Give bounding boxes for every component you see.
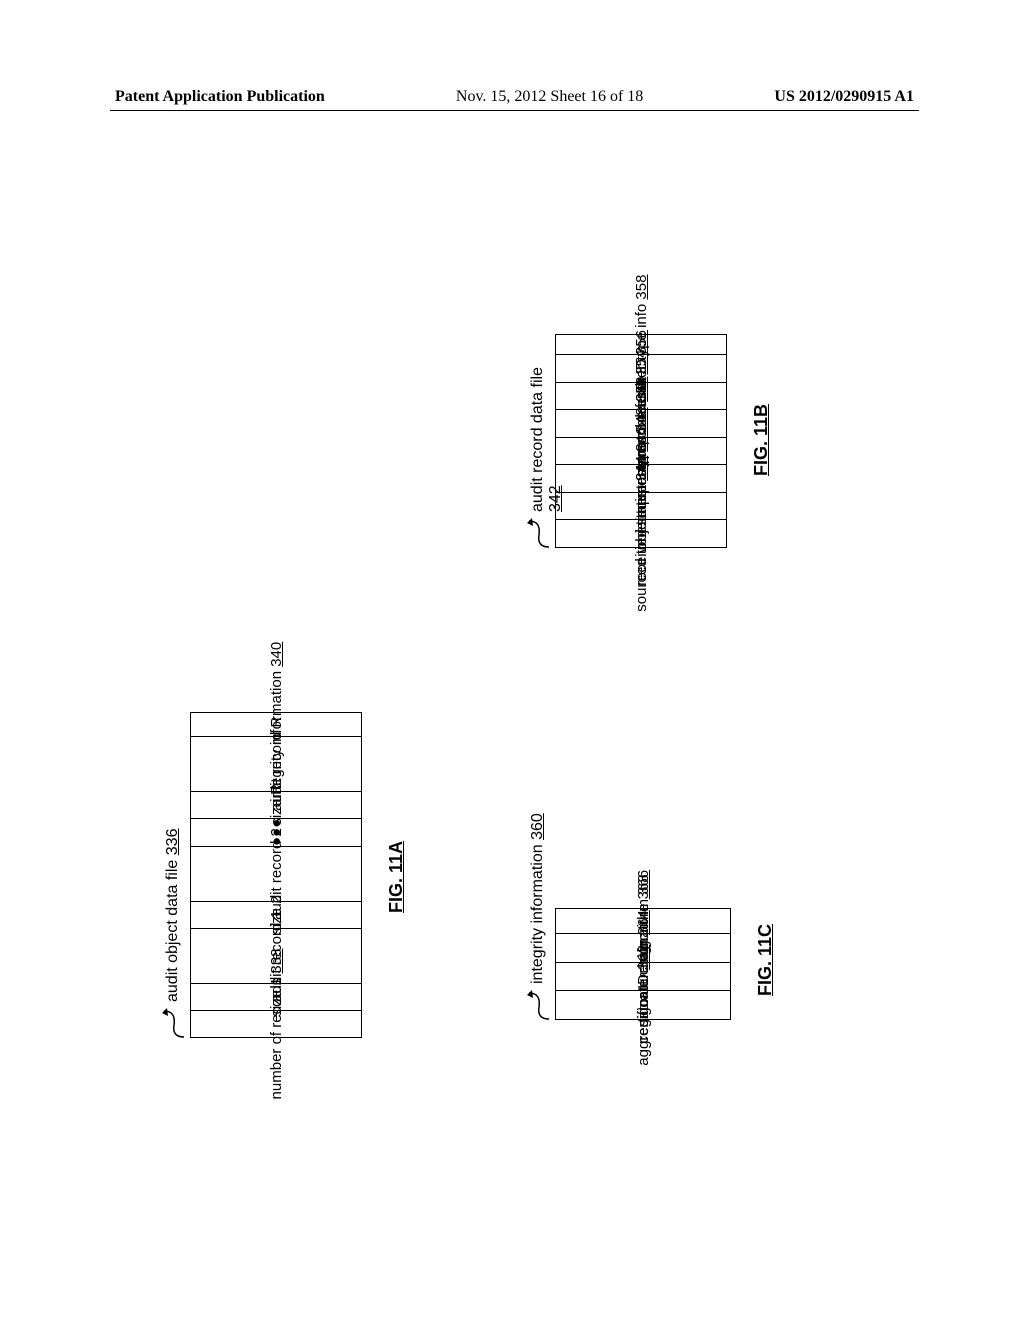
fig-11c-title-ref: 360 bbox=[529, 813, 546, 840]
fig-11a: audit object data file 336 number of rec… bbox=[190, 714, 362, 1038]
fig-11b-table: sourced timestamp 344received timestamp … bbox=[555, 334, 727, 548]
brace-icon bbox=[527, 987, 553, 1023]
brace-icon bbox=[162, 1005, 188, 1041]
fig-11c-title: integrity information 360 bbox=[529, 813, 547, 984]
table-cell: further type info 358 bbox=[556, 328, 726, 355]
table-cell: audit record 2 bbox=[191, 846, 361, 901]
fig-11b: audit record data file 342 sourced times… bbox=[555, 336, 727, 548]
header-rule bbox=[110, 110, 919, 111]
brace-icon bbox=[527, 515, 553, 551]
header-right: US 2012/0290915 A1 bbox=[774, 88, 914, 106]
fig-11a-title-text: audit object data file bbox=[164, 860, 181, 1002]
fig-11b-caption: FIG. 11B bbox=[751, 404, 772, 476]
table-cell: integrity information 340 bbox=[191, 708, 361, 736]
header-left: Patent Application Publication bbox=[115, 88, 325, 106]
fig-11a-caption: FIG. 11A bbox=[386, 841, 407, 913]
fig-11b-title: audit record data file 342 bbox=[529, 336, 565, 512]
fig-11b-title-text: audit record data file bbox=[529, 367, 546, 512]
fig-11c: integrity information 360 aggregator ID … bbox=[555, 910, 731, 1020]
page-header: Patent Application Publication Nov. 15, … bbox=[115, 88, 914, 106]
table-cell: audit record 1 bbox=[191, 928, 361, 983]
fig-11a-title-ref: 336 bbox=[164, 829, 181, 856]
header-center: Nov. 15, 2012 Sheet 16 of 18 bbox=[456, 88, 643, 106]
fig-11a-table: number of records 338size 1audit record … bbox=[190, 712, 362, 1038]
fig-11c-title-text: integrity information bbox=[529, 844, 546, 984]
fig-11c-table: aggregator ID 362certificate chain 364si… bbox=[555, 908, 731, 1020]
fig-11a-title: audit object data file 336 bbox=[164, 829, 182, 1002]
table-cell: signature 368 bbox=[556, 906, 730, 934]
fig-11c-caption: FIG. 11C bbox=[755, 924, 776, 996]
fig-11b-title-ref: 342 bbox=[547, 485, 564, 512]
